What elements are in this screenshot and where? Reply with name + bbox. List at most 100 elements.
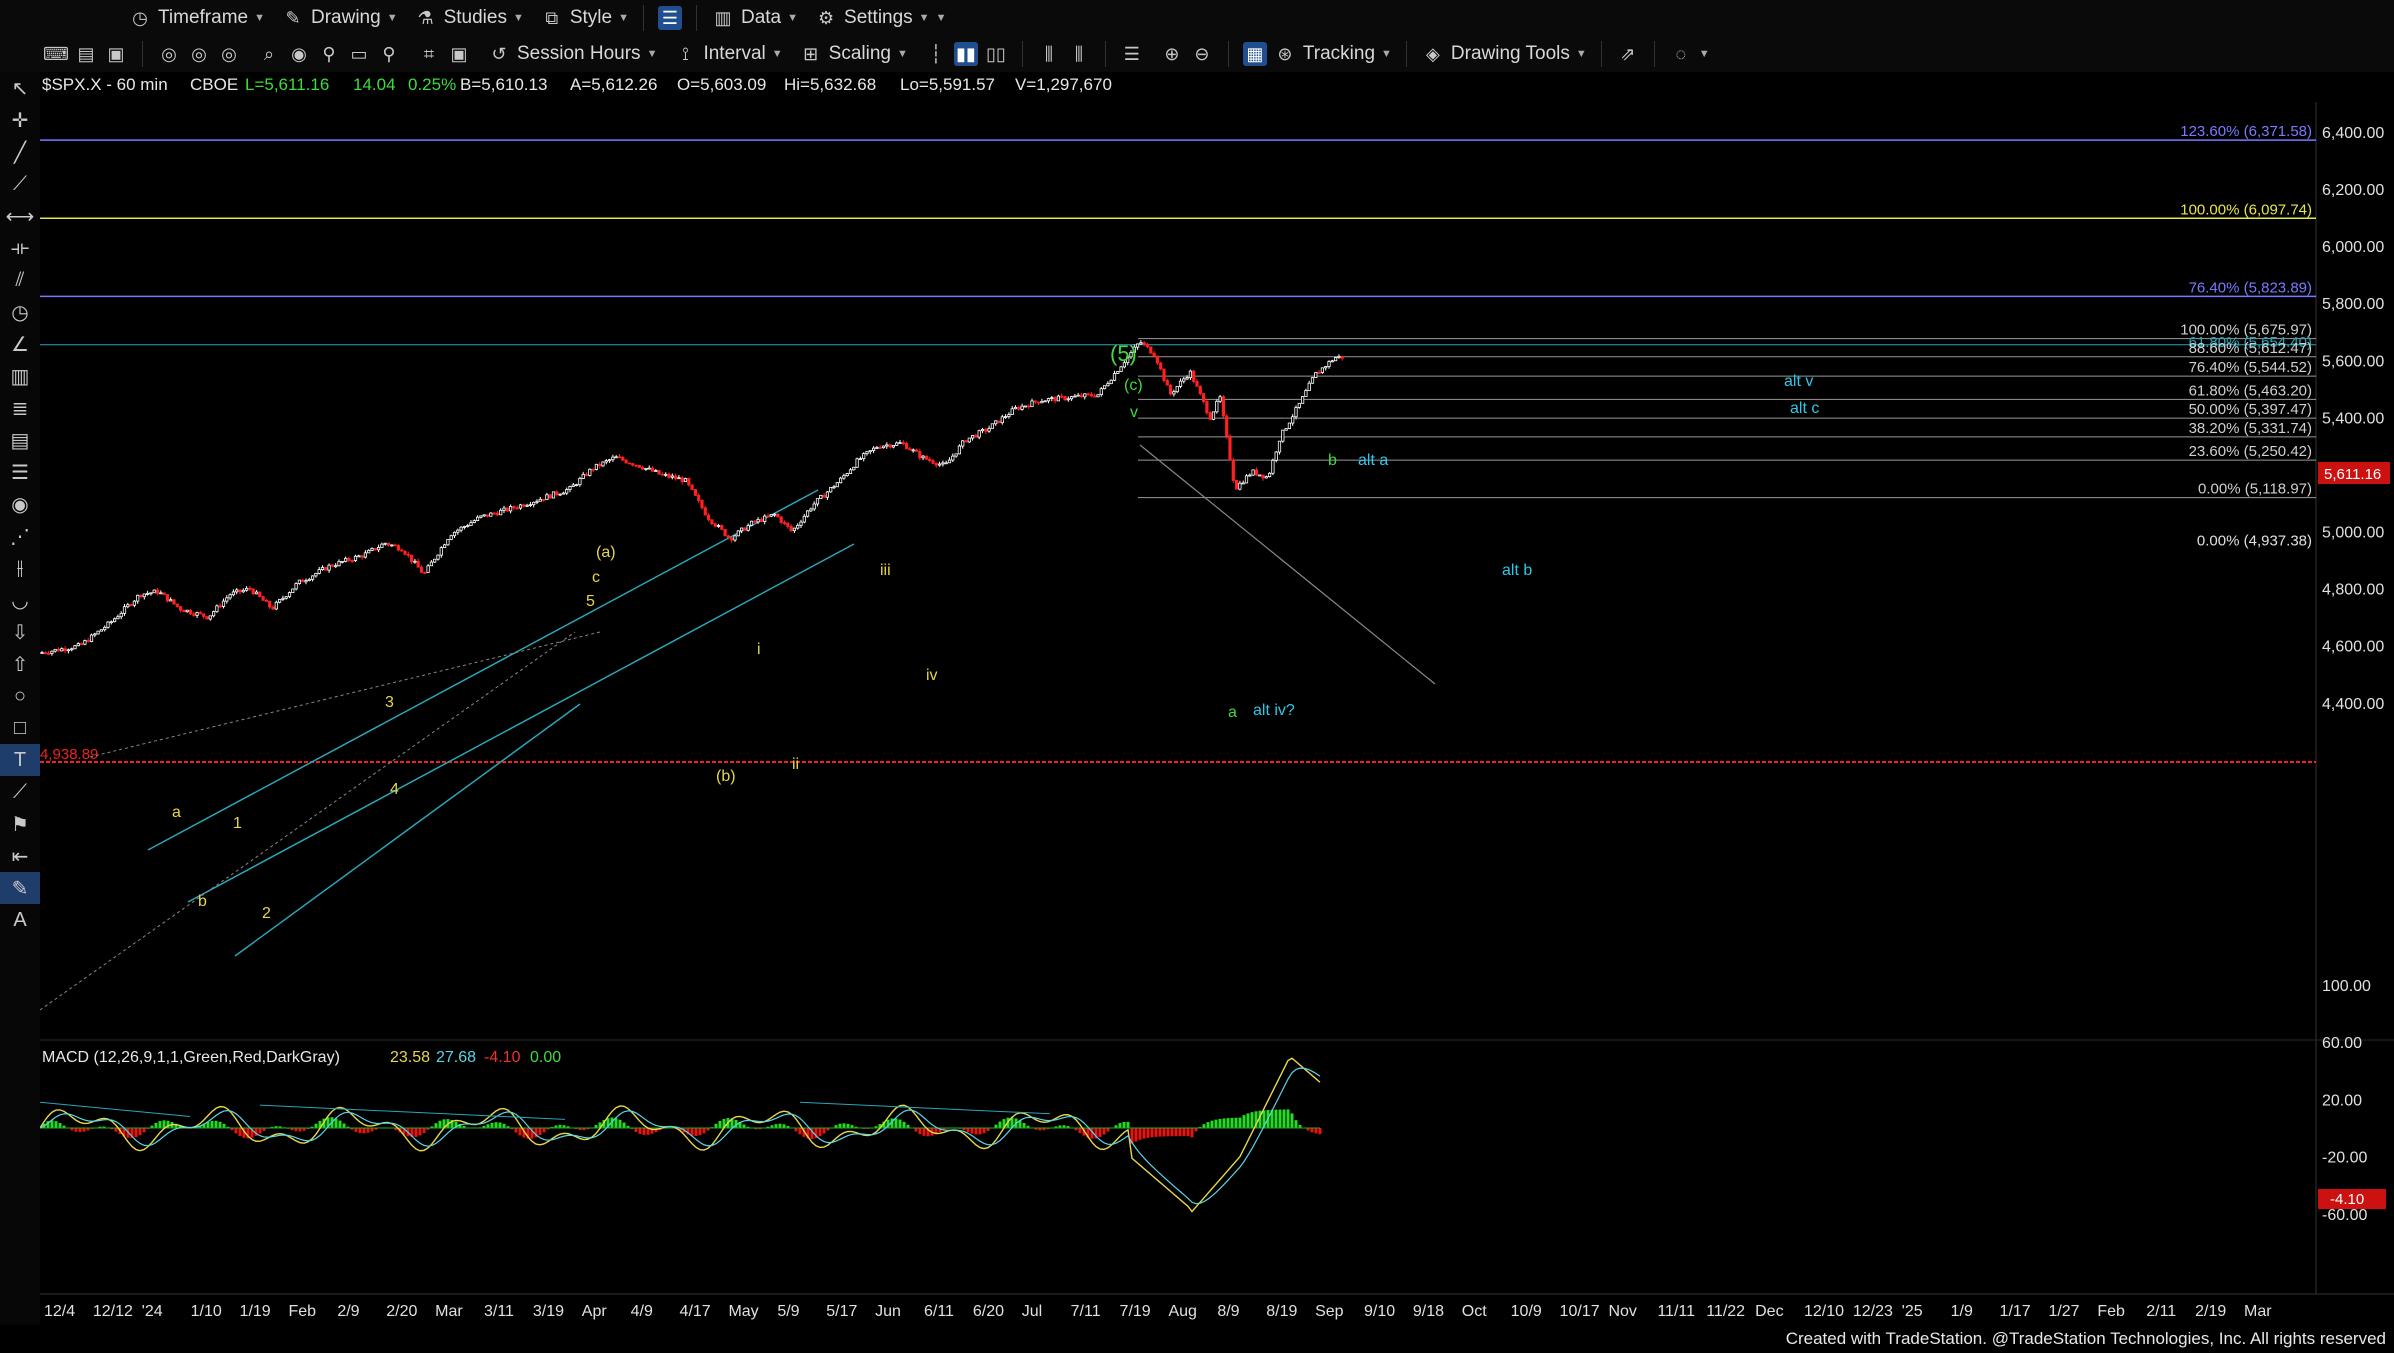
crosshair-icon[interactable]: ✛: [0, 104, 40, 136]
wave-label-b[interactable]: b: [198, 893, 207, 910]
wave-label-alt-c[interactable]: alt c: [1790, 400, 1819, 417]
macd-histogram-bar: [1246, 1113, 1250, 1128]
symbol-input-button[interactable]: ⌨ ▤ ▣: [36, 39, 136, 69]
wave-label-5[interactable]: (5): [1110, 341, 1137, 366]
timeframe-menu[interactable]: ◷ Timeframe ▼: [120, 3, 273, 33]
time-axis-label: 10/17: [1560, 1303, 1600, 1320]
tool-buttons[interactable]: ⌕ ◉ ⚲ ▭ ⚲: [249, 39, 409, 69]
wave-label-4[interactable]: 4: [390, 781, 399, 798]
interval-menu[interactable]: ⟟ Interval ▼: [665, 39, 790, 69]
wave-label-a-paren[interactable]: (a): [596, 544, 616, 561]
candle-body: [291, 588, 295, 594]
wave-label-b-paren[interactable]: (b): [716, 768, 736, 785]
horizontal-arrows-icon[interactable]: ⟷: [0, 200, 40, 232]
comment-menu[interactable]: ◌ ▼: [1661, 39, 1718, 69]
window-link-button[interactable]: ☰: [1112, 39, 1152, 69]
wave-label-c-paren[interactable]: (c): [1124, 377, 1143, 394]
data-menu[interactable]: ▥ Data ▼: [703, 3, 806, 33]
studies-menu[interactable]: ⚗ Studies ▼: [406, 3, 532, 33]
wave-label-ii[interactable]: ii: [792, 756, 799, 773]
export-button[interactable]: ⇗: [1608, 39, 1648, 69]
wave-label-a[interactable]: a: [172, 804, 181, 821]
nav-buttons[interactable]: ◎ ◎ ◎: [149, 39, 249, 69]
spacing-buttons[interactable]: ⫼ ⫼: [1029, 39, 1099, 69]
gann-icon[interactable]: ∠: [0, 328, 40, 360]
arrow-up-icon[interactable]: ⇧: [0, 648, 40, 680]
text-tool-icon[interactable]: T: [0, 744, 40, 776]
zoom-buttons[interactable]: ⊕ ⊖: [1152, 39, 1222, 69]
candle-body: [617, 456, 622, 459]
window-icon: ▣: [107, 43, 125, 64]
channel-icon[interactable]: ⫽: [0, 264, 40, 296]
wave-label-a-green[interactable]: a: [1228, 704, 1237, 721]
wave-label-c[interactable]: c: [592, 569, 600, 586]
pointer-icon[interactable]: ↖: [0, 72, 40, 104]
circle-icon: ◎: [221, 43, 237, 64]
fib-icon[interactable]: ≣: [0, 392, 40, 424]
wave-label-b-green[interactable]: b: [1328, 452, 1337, 469]
spiral-icon[interactable]: ◉: [0, 488, 40, 520]
price-axis-label: 4,600.00: [2322, 639, 2384, 656]
macd-histogram-bar: [1118, 1123, 1122, 1128]
time-axis-label: 3/19: [533, 1303, 564, 1320]
candle-body: [1139, 342, 1143, 345]
price-chart[interactable]: $SPX.X - 60 min CBOE L=5,611.16 14.04 0.…: [40, 72, 2394, 1325]
wave-label-1[interactable]: 1: [233, 815, 242, 832]
net-change: 14.04: [353, 75, 396, 94]
wave-label-v[interactable]: v: [1130, 404, 1138, 421]
candle-body: [865, 451, 869, 455]
lines-icon[interactable]: ☰: [0, 456, 40, 488]
candle-body: [499, 509, 503, 516]
wave-label-i[interactable]: i: [757, 641, 761, 658]
cycle-icon[interactable]: ◷: [0, 296, 40, 328]
wave-label-alt-b[interactable]: alt b: [1502, 562, 1532, 579]
ellipse-icon[interactable]: ○: [0, 680, 40, 712]
scaling-menu[interactable]: ⊞ Scaling ▼: [791, 39, 916, 69]
candle-body: [693, 489, 698, 496]
candle-body: [228, 594, 232, 599]
option-buttons[interactable]: ⌗ ▣: [409, 39, 479, 69]
candle-body: [1185, 377, 1189, 380]
drawing-tools-menu[interactable]: ◈ Drawing Tools ▼: [1413, 39, 1595, 69]
text-color-icon[interactable]: A: [0, 904, 40, 936]
wave-label-alt-a[interactable]: alt a: [1358, 452, 1388, 469]
rectangle-icon[interactable]: □: [0, 712, 40, 744]
speed-lines-icon[interactable]: ⋰: [0, 520, 40, 552]
color-fill-icon[interactable]: ⚑: [0, 808, 40, 840]
link-button[interactable]: ☰: [650, 3, 690, 33]
fib-retrace-label: 23.60% (5,250.42): [2189, 443, 2312, 460]
candle-body: [885, 444, 889, 447]
candle-body: [258, 591, 262, 598]
wave-label-alt-v[interactable]: alt v: [1784, 373, 1813, 390]
bars-icon[interactable]: ▥: [0, 360, 40, 392]
snap-icon[interactable]: ⇤: [0, 840, 40, 872]
line-style-icon[interactable]: ⟋: [0, 776, 40, 808]
drawing-menu[interactable]: ✎ Drawing ▼: [273, 3, 406, 33]
arc-icon[interactable]: ◡: [0, 584, 40, 616]
settings-menu[interactable]: ⚙ Settings ▼ ▼: [806, 3, 954, 33]
wave-label-iii[interactable]: iii: [880, 562, 891, 579]
candle-body: [654, 470, 658, 472]
wave-label-2[interactable]: 2: [262, 905, 271, 922]
candle-body: [367, 550, 371, 554]
tracking-menu[interactable]: ▦ ⊛ Tracking ▼: [1235, 39, 1400, 69]
style-menu[interactable]: ⧉ Style ▼: [532, 3, 637, 33]
wave-label-iv[interactable]: iv: [926, 667, 938, 684]
wave-label-5-small[interactable]: 5: [586, 593, 595, 610]
macd-histogram-bar: [1250, 1112, 1254, 1128]
pen-color-icon[interactable]: ✎: [0, 872, 40, 904]
candle-body: [518, 504, 523, 509]
bar-type-buttons[interactable]: ┆ ▮▮ ▯▯: [916, 39, 1016, 69]
candle-body: [957, 445, 962, 455]
vertical-line-icon[interactable]: ⟛: [0, 232, 40, 264]
candle-body: [1268, 472, 1272, 478]
session-hours-menu[interactable]: ↺ Session Hours ▼: [479, 39, 665, 69]
wave-label-3[interactable]: 3: [385, 694, 394, 711]
fib-ext-icon[interactable]: ▤: [0, 424, 40, 456]
trendline-icon[interactable]: ╱: [0, 136, 40, 168]
wave-label-alt-iv[interactable]: alt iv?: [1253, 702, 1295, 719]
arrow-down-icon[interactable]: ⇩: [0, 616, 40, 648]
candle-body: [188, 609, 193, 615]
regression-icon[interactable]: ⫲: [0, 552, 40, 584]
ray-icon[interactable]: ⟋: [0, 168, 40, 200]
